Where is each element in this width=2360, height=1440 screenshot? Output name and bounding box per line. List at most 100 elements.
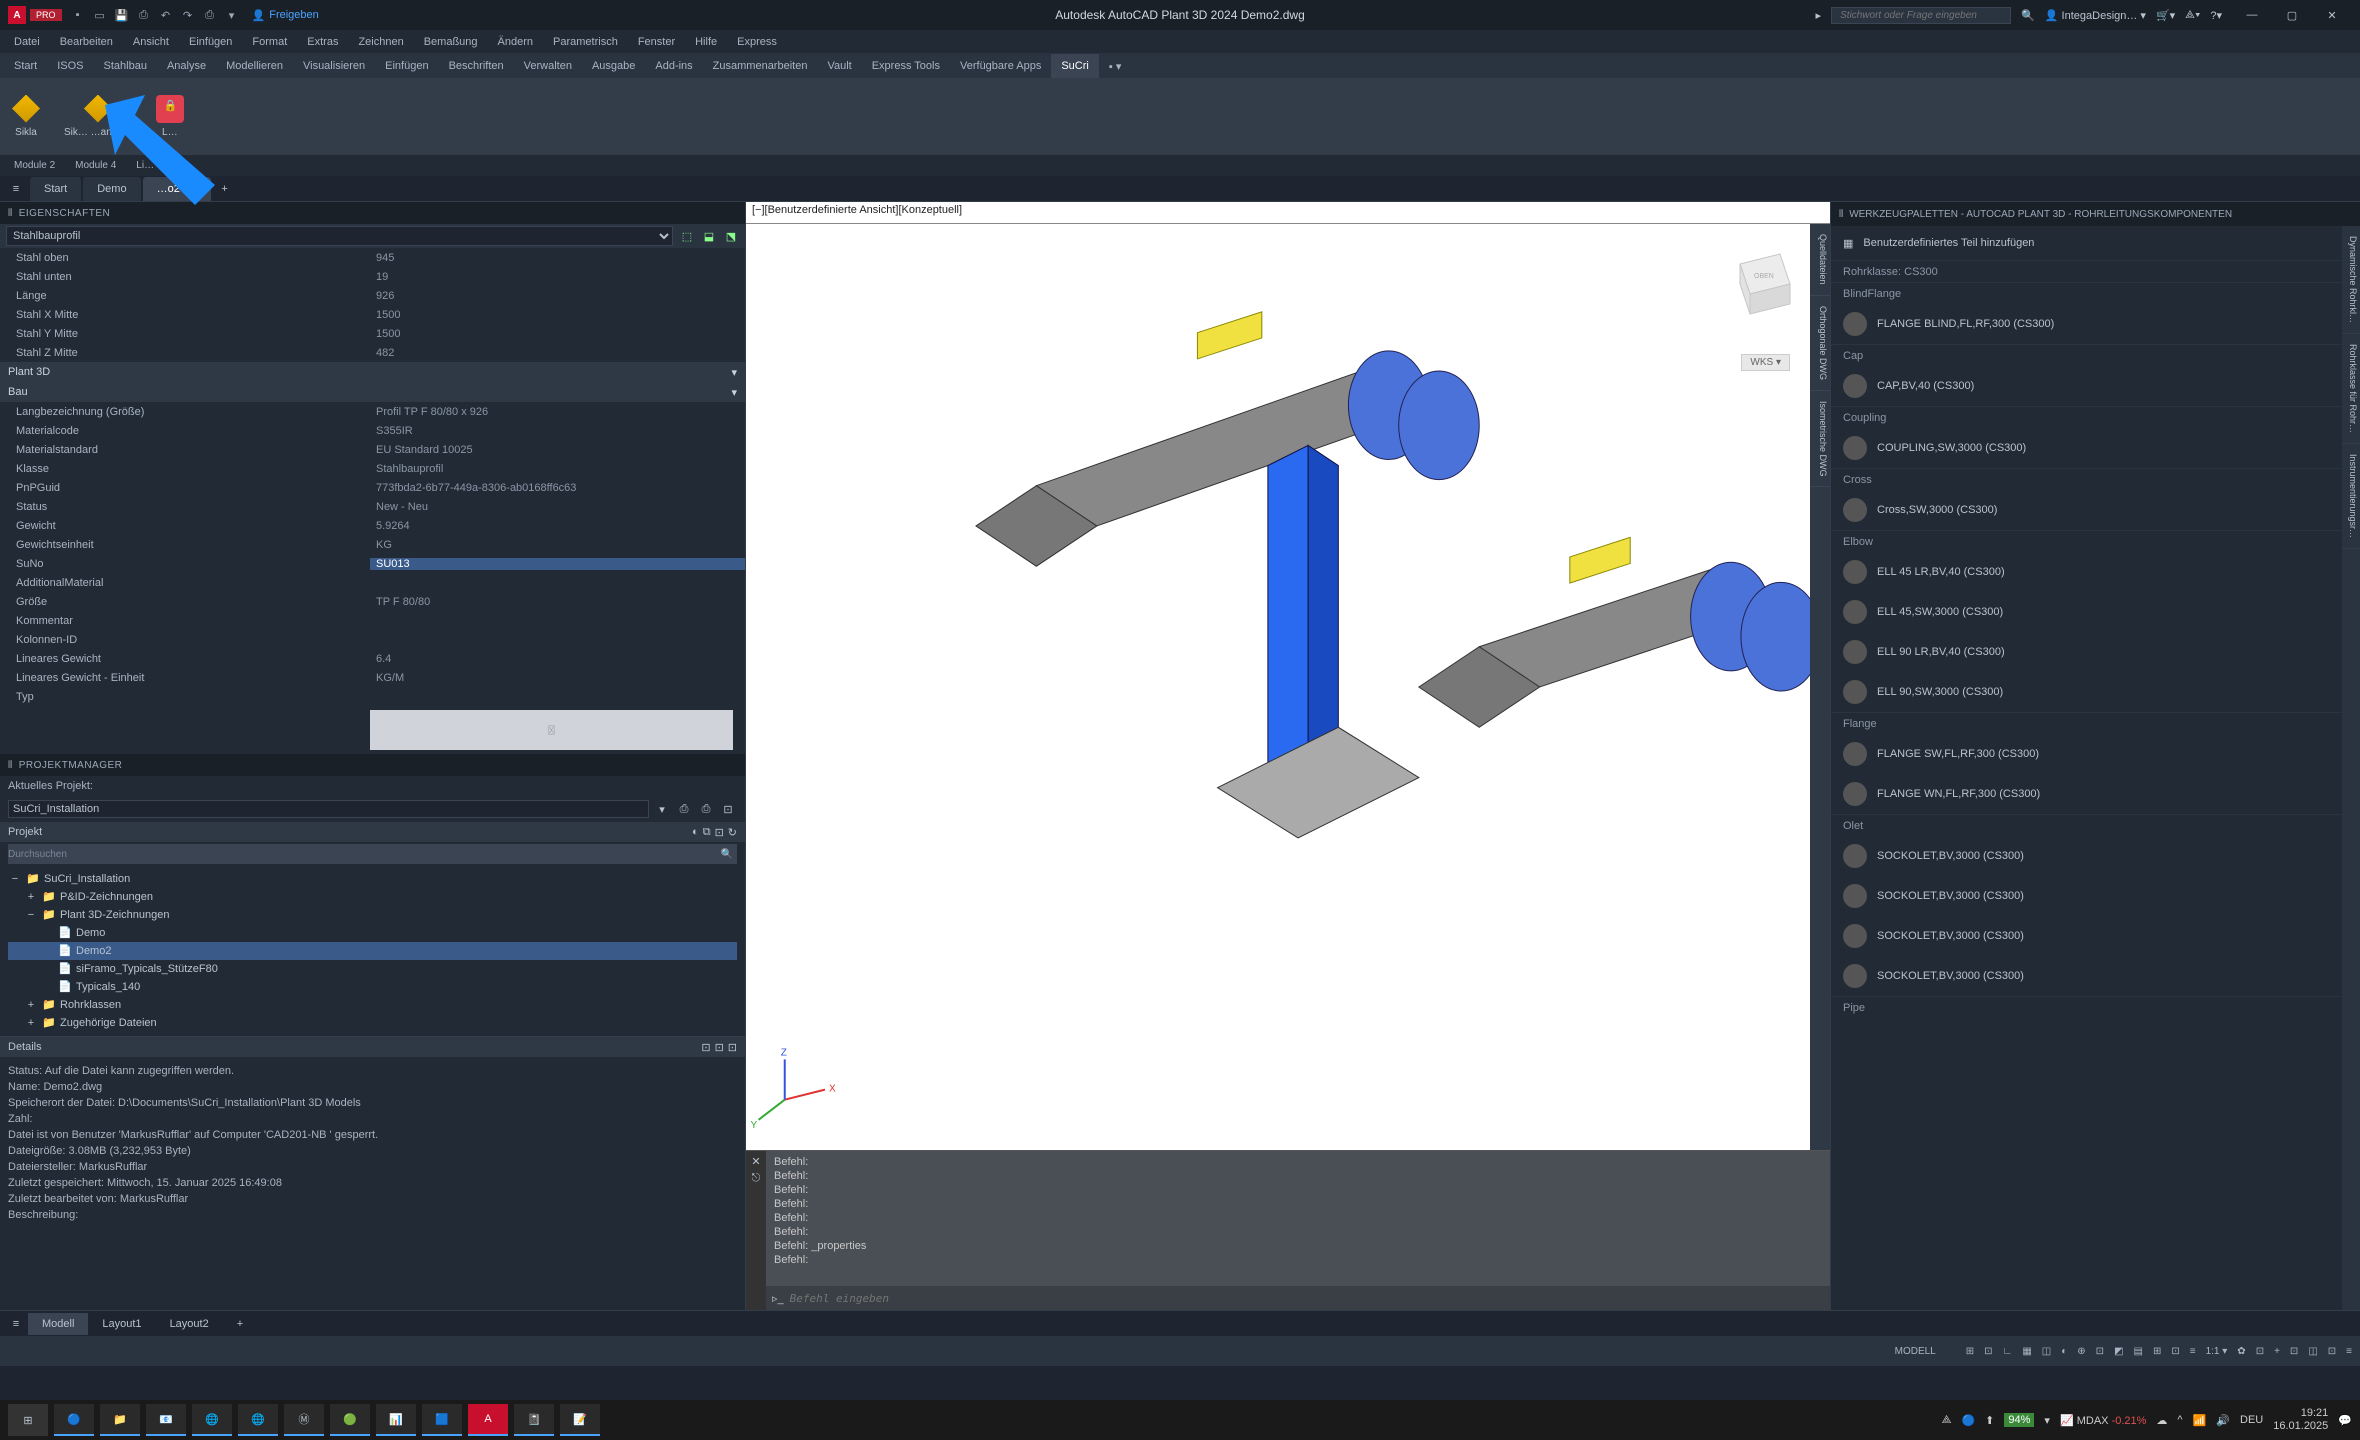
tray-volume-icon[interactable]: 🔊: [2216, 1414, 2230, 1427]
statusbar-item[interactable]: ▦: [2022, 1346, 2031, 1357]
property-row[interactable]: MaterialcodeS355IR: [0, 421, 745, 440]
property-value[interactable]: SU013: [370, 558, 745, 570]
property-value[interactable]: EU Standard 10025: [370, 444, 745, 456]
property-row[interactable]: Typ: [0, 687, 745, 706]
menu-parametrisch[interactable]: Parametrisch: [543, 30, 628, 54]
palette-item[interactable]: FLANGE WN,FL,RF,300 (CS300): [1831, 774, 2360, 814]
autodesk-icon[interactable]: ⟁▾: [2185, 9, 2200, 22]
filter-icon-2[interactable]: ⬓: [701, 228, 717, 244]
dropdown-icon[interactable]: ▾: [653, 800, 671, 818]
property-value[interactable]: KG: [370, 539, 745, 551]
properties-section-plant3d[interactable]: Plant 3D▾: [0, 362, 745, 382]
taskbar-app[interactable]: A: [468, 1404, 508, 1436]
statusbar-item[interactable]: ⊞: [2153, 1346, 2161, 1357]
expand-icon[interactable]: [40, 926, 54, 940]
menu-ansicht[interactable]: Ansicht: [123, 30, 179, 54]
properties-section-bau[interactable]: Bau▾: [0, 382, 745, 402]
close-icon[interactable]: ×: [190, 183, 196, 195]
ribbon-tab-verwalten[interactable]: Verwalten: [514, 54, 582, 78]
tray-time[interactable]: 19:21: [2273, 1407, 2328, 1420]
window-close-button[interactable]: ✕: [2312, 1, 2352, 29]
pm-bar-icon-1[interactable]: ◐: [692, 826, 699, 839]
property-row[interactable]: Stahl oben945: [0, 248, 745, 267]
expand-icon[interactable]: +: [24, 1016, 38, 1030]
statusbar-item[interactable]: ⊕: [2077, 1346, 2085, 1357]
property-row[interactable]: Kommentar: [0, 611, 745, 630]
palette-item[interactable]: CAP,BV,40 (CS300): [1831, 366, 2360, 406]
statusbar-item[interactable]: ≡: [2346, 1346, 2352, 1357]
viewport-canvas[interactable]: X Y Z OBEN WKS ▾: [746, 224, 1830, 1150]
ribbon-group-sikla[interactable]: Sikla: [0, 78, 52, 154]
help-search-input[interactable]: [1831, 7, 2011, 24]
statusbar-item[interactable]: ⊡: [2290, 1346, 2298, 1357]
property-value[interactable]: TP F 80/80: [370, 596, 745, 608]
property-row[interactable]: AdditionalMaterial: [0, 573, 745, 592]
cmd-recent-icon[interactable]: ⎋: [752, 1172, 761, 1185]
palette-item[interactable]: SOCKOLET,BV,3000 (CS300): [1831, 916, 2360, 956]
tray-date[interactable]: 16.01.2025: [2273, 1420, 2328, 1433]
property-row[interactable]: GewichtseinheitKG: [0, 535, 745, 554]
pm-bar-icon-4[interactable]: ↻: [728, 826, 737, 839]
property-row[interactable]: MaterialstandardEU Standard 10025: [0, 440, 745, 459]
statusbar-item[interactable]: ⊡: [2256, 1346, 2264, 1357]
layout-tab-add-button[interactable]: +: [223, 1313, 257, 1335]
taskbar-app[interactable]: 🔵: [54, 1404, 94, 1436]
qat-undo-icon[interactable]: ↶: [158, 7, 174, 23]
palette-item[interactable]: COUPLING,SW,3000 (CS300): [1831, 428, 2360, 468]
expand-icon[interactable]: +: [24, 998, 38, 1012]
viewport-side-tab[interactable]: Orthogonale DWG: [1810, 296, 1830, 391]
ribbon-tab-beschriften[interactable]: Beschriften: [439, 54, 514, 78]
tree-node[interactable]: 📄Demo: [8, 924, 737, 942]
tree-node[interactable]: 📄Typicals_140: [8, 978, 737, 996]
property-row[interactable]: Gewicht5.9264: [0, 516, 745, 535]
palette-side-tab[interactable]: Dynamische Rohrkl…: [2342, 226, 2360, 334]
taskbar-app[interactable]: ⊞: [8, 1404, 48, 1436]
window-maximize-button[interactable]: ▢: [2272, 1, 2312, 29]
details-icon-1[interactable]: ⊡: [701, 1041, 710, 1054]
command-history[interactable]: Befehl:Befehl:Befehl:Befehl:Befehl:Befeh…: [766, 1151, 1830, 1286]
taskbar-app[interactable]: 📁: [100, 1404, 140, 1436]
module-tab[interactable]: Module 2: [4, 160, 65, 171]
menu-ändern[interactable]: Ändern: [488, 30, 543, 54]
statusbar-item[interactable]: ✿: [2237, 1346, 2245, 1357]
menu-bemaßung[interactable]: Bemaßung: [414, 30, 488, 54]
property-value[interactable]: 1500: [370, 309, 745, 321]
statusbar-item[interactable]: ⊡: [2096, 1346, 2104, 1357]
command-input[interactable]: [790, 1292, 1824, 1305]
property-row[interactable]: Kolonnen-ID: [0, 630, 745, 649]
tree-node[interactable]: 📄siFramo_Typicals_StützeF80: [8, 960, 737, 978]
statusbar-item[interactable]: ⊡: [1984, 1346, 1992, 1357]
properties-filter-select[interactable]: Stahlbauprofil: [6, 226, 673, 246]
property-row[interactable]: GrößeTP F 80/80: [0, 592, 745, 611]
add-custom-part-button[interactable]: ▦ Benutzerdefiniertes Teil hinzufügen: [1831, 226, 2360, 260]
ribbon-tab-start[interactable]: Start: [4, 54, 47, 78]
property-value[interactable]: New - Neu: [370, 501, 745, 513]
ribbon-tab-isos[interactable]: ISOS: [47, 54, 93, 78]
menu-express[interactable]: Express: [727, 30, 787, 54]
palette-side-tab[interactable]: Instrumentierungsr…: [2342, 444, 2360, 549]
module-tab[interactable]: Module 4: [65, 160, 126, 171]
tray-chevron-icon[interactable]: ^: [2177, 1414, 2182, 1426]
palette-item[interactable]: SOCKOLET,BV,3000 (CS300): [1831, 836, 2360, 876]
tray-icon[interactable]: 🔵: [1961, 1414, 1975, 1427]
module-tab[interactable]: Li…: [126, 160, 164, 171]
ribbon-tab-ausgabe[interactable]: Ausgabe: [582, 54, 645, 78]
viewcube[interactable]: OBEN: [1720, 244, 1800, 324]
ribbon-tab-overflow[interactable]: ▪ ▾: [1099, 54, 1131, 78]
taskbar-app[interactable]: Ⓜ: [284, 1404, 324, 1436]
battery-indicator[interactable]: 94%: [2004, 1413, 2034, 1427]
menu-zeichnen[interactable]: Zeichnen: [348, 30, 413, 54]
statusbar-item[interactable]: 1:1 ▾: [2206, 1346, 2228, 1357]
palette-item[interactable]: ELL 90 LR,BV,40 (CS300): [1831, 632, 2360, 672]
pm-search-input[interactable]: Durchsuchen 🔍: [8, 844, 737, 864]
panel-handle-icon[interactable]: ⫴: [8, 208, 13, 219]
layout-tab-model[interactable]: Modell: [28, 1313, 88, 1335]
property-row[interactable]: Lineares Gewicht6.4: [0, 649, 745, 668]
user-menu[interactable]: 👤 IntegaDesign… ▾: [2045, 9, 2146, 22]
filter-icon-3[interactable]: ⬔: [723, 228, 739, 244]
search-caret-icon[interactable]: ▸: [1816, 9, 1822, 22]
taskbar-app[interactable]: 🟢: [330, 1404, 370, 1436]
palette-item[interactable]: ELL 45 LR,BV,40 (CS300): [1831, 552, 2360, 592]
statusbar-item[interactable]: ◫: [2042, 1346, 2051, 1357]
ribbon-tab-modellieren[interactable]: Modellieren: [216, 54, 293, 78]
